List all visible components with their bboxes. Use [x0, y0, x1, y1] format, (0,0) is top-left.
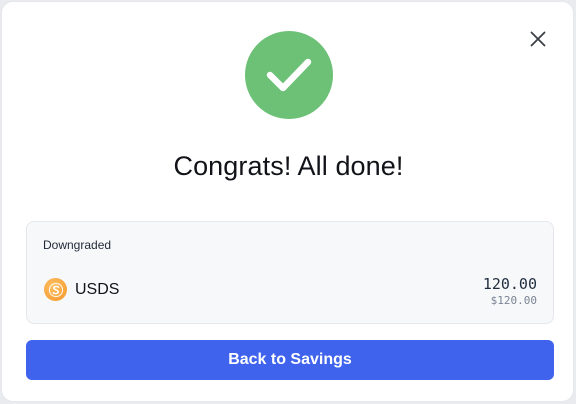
- token-amount: 120.00: [482, 275, 537, 293]
- modal-title: Congrats! All done!: [173, 151, 404, 181]
- summary-card: Downgraded USDS 120.00 $120.00: [26, 221, 554, 324]
- dollar-s-icon: [48, 282, 63, 297]
- check-icon: [266, 58, 312, 92]
- token-symbol: USDS: [75, 281, 120, 298]
- success-badge: [245, 31, 333, 119]
- card-label: Downgraded: [43, 238, 112, 252]
- token-amount-usd: $120.00: [490, 294, 537, 307]
- close-button[interactable]: [525, 26, 551, 52]
- success-modal: Congrats! All done! Downgraded USDS 120.…: [1, 1, 574, 402]
- close-icon: [530, 31, 546, 47]
- back-to-savings-button[interactable]: Back to Savings: [26, 340, 554, 380]
- usds-token-icon: [44, 278, 67, 301]
